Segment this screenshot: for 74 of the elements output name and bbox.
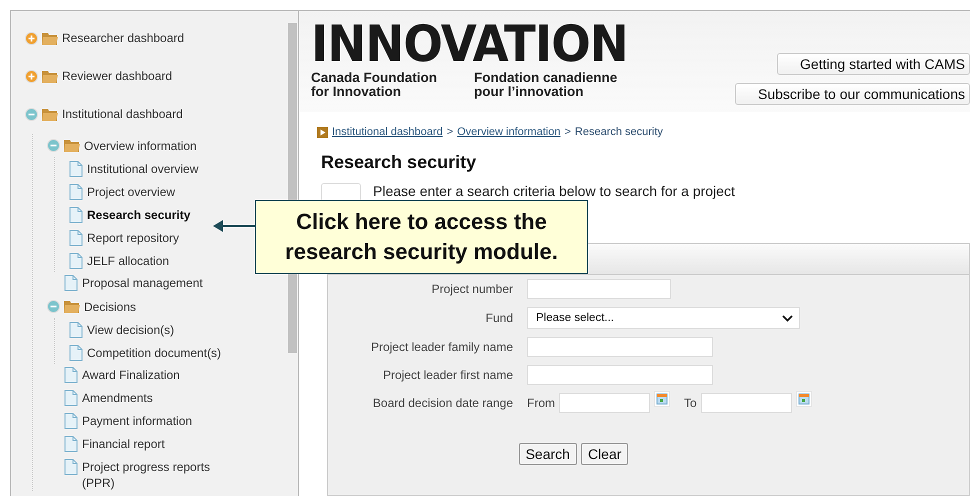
expand-icon[interactable] bbox=[25, 70, 38, 82]
tree-item[interactable]: View decision(s) bbox=[87, 322, 174, 336]
tree-item[interactable]: Financial report bbox=[82, 436, 232, 452]
logo-name: Canada Foundation for Innovation bbox=[311, 71, 438, 99]
page-title: Research security bbox=[321, 152, 478, 173]
document-icon bbox=[64, 275, 78, 291]
tree-item[interactable]: Payment information bbox=[82, 413, 232, 429]
header-button[interactable]: Getting started with CAMS bbox=[777, 53, 970, 75]
folder-icon bbox=[42, 32, 58, 44]
tree-item[interactable]: Reviewer dashboard bbox=[62, 69, 172, 83]
tree-item[interactable]: Amendments bbox=[82, 390, 232, 406]
document-icon bbox=[64, 390, 78, 406]
tree-item[interactable]: JELF allocation bbox=[87, 254, 170, 268]
calendar-icon[interactable] bbox=[654, 391, 670, 407]
tree-item[interactable]: Researcher dashboard bbox=[62, 31, 184, 45]
tree-item[interactable]: Project progress reports (PPR) bbox=[82, 459, 232, 491]
logo-wordmark: INNOVATION bbox=[311, 21, 628, 67]
text-field[interactable] bbox=[527, 279, 671, 299]
chevron-down-icon bbox=[782, 314, 793, 322]
field-label: Project number bbox=[430, 282, 513, 296]
document-icon bbox=[69, 252, 83, 268]
breadcrumb-separator: > bbox=[564, 126, 571, 138]
play-icon bbox=[317, 126, 328, 138]
text-field[interactable] bbox=[527, 365, 713, 385]
tree-item[interactable]: Award Finalization bbox=[82, 367, 232, 383]
calendar-icon[interactable] bbox=[796, 391, 812, 407]
to-label: To bbox=[684, 396, 697, 410]
document-icon bbox=[69, 184, 83, 200]
field-label: Board decision date range bbox=[372, 396, 513, 410]
form-button[interactable]: Clear bbox=[580, 443, 628, 465]
document-icon bbox=[64, 436, 78, 452]
leader-arrow bbox=[213, 219, 255, 233]
folder-icon bbox=[64, 300, 80, 313]
document-icon bbox=[69, 322, 83, 338]
fund-select[interactable]: Please select... bbox=[527, 307, 800, 329]
header-button[interactable]: Subscribe to our communications bbox=[735, 83, 970, 105]
document-icon bbox=[69, 230, 83, 246]
tree-item[interactable]: Competition document(s) bbox=[87, 346, 222, 360]
document-icon bbox=[64, 459, 78, 475]
expand-icon[interactable] bbox=[25, 32, 38, 44]
field-label: Fund bbox=[484, 311, 513, 325]
form-button[interactable]: Search bbox=[518, 443, 577, 465]
document-icon bbox=[64, 367, 78, 383]
breadcrumb-current: Research security bbox=[574, 126, 663, 138]
breadcrumb-link[interactable]: Institutional dashboard bbox=[332, 126, 443, 138]
folder-icon bbox=[42, 108, 58, 120]
logo-name: Fondation canadienne pour l’innovation bbox=[474, 71, 618, 99]
tree-item[interactable]: Institutional dashboard bbox=[62, 107, 183, 121]
document-icon bbox=[69, 206, 83, 222]
document-icon bbox=[64, 413, 78, 429]
tree-item[interactable]: Research security bbox=[87, 208, 190, 222]
tree-item[interactable]: Decisions bbox=[84, 300, 136, 314]
callout-tooltip: Click here to access the research security module. bbox=[255, 200, 588, 274]
collapse-icon[interactable] bbox=[25, 108, 38, 120]
tree-item[interactable]: Report repository bbox=[87, 230, 180, 244]
field-label: Project leader family name bbox=[370, 340, 513, 354]
tree-item[interactable]: Institutional overview bbox=[87, 162, 198, 176]
breadcrumb-separator: > bbox=[446, 126, 454, 138]
tree-item[interactable]: Overview information bbox=[84, 138, 197, 152]
from-label: From bbox=[527, 396, 555, 410]
text-field[interactable] bbox=[527, 337, 713, 357]
breadcrumb-link[interactable]: Overview information bbox=[457, 126, 560, 138]
document-icon bbox=[69, 344, 83, 360]
info-message: Please enter a search criteria below to search for a project bbox=[373, 183, 735, 199]
date-field[interactable] bbox=[700, 393, 792, 413]
folder-icon bbox=[42, 70, 58, 82]
document-icon bbox=[69, 160, 83, 176]
tree-item[interactable]: Project overview bbox=[87, 184, 176, 198]
collapse-icon[interactable] bbox=[47, 300, 60, 313]
collapse-icon[interactable] bbox=[47, 139, 60, 152]
date-field[interactable] bbox=[559, 393, 650, 413]
folder-icon bbox=[64, 139, 80, 152]
field-label: Project leader first name bbox=[382, 368, 513, 382]
tree-item[interactable]: Proposal management bbox=[82, 275, 232, 291]
